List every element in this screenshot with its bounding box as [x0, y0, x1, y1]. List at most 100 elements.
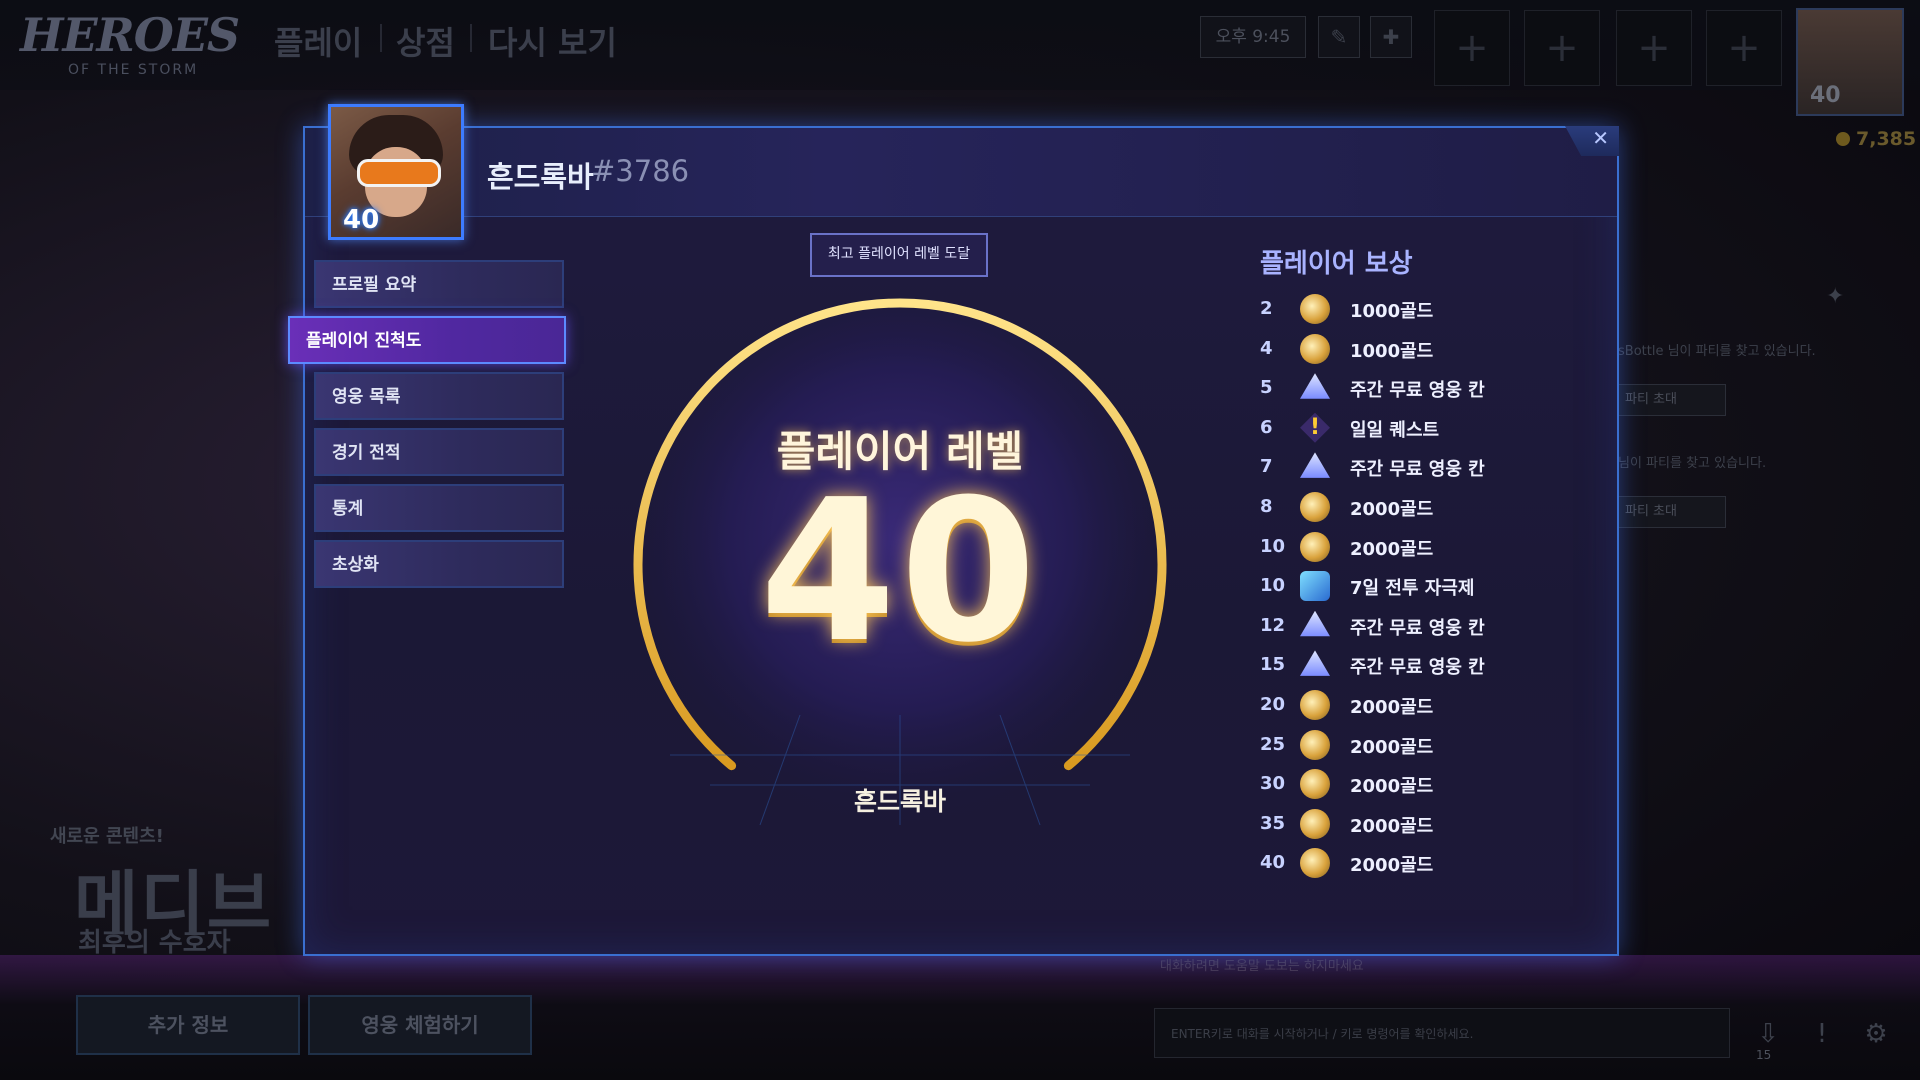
menu-statistics[interactable]: 통계 [314, 484, 564, 532]
gold-coin-icon [1836, 132, 1850, 146]
lfg-text-2: 님이 파티를 찾고 있습니다. [1618, 456, 1767, 471]
gold-icon [1300, 531, 1330, 562]
reward-level: 8 [1260, 496, 1273, 517]
promo-subtitle: 최후의 수호자 [78, 928, 231, 958]
reward-text: 2000골드 [1350, 697, 1434, 718]
nav-shop[interactable]: 상점 [396, 18, 455, 64]
reward-row: 35 2000골드 [1260, 807, 1520, 843]
queue-count: 15 [1756, 1048, 1772, 1062]
reward-level: 4 [1260, 337, 1273, 359]
menu-match-history[interactable]: 경기 전적 [314, 428, 564, 476]
reward-row: 30 2000골드 [1260, 767, 1520, 803]
modal-header: 흔드록바 #3786 [305, 128, 1617, 217]
party-slot-3[interactable]: + [1616, 10, 1692, 86]
menu-player-progress[interactable]: 플레이어 진척도 [288, 316, 566, 364]
reward-text: 2000골드 [1350, 815, 1434, 837]
reward-row: 10 2000골드 [1260, 530, 1520, 566]
quest-log-icon[interactable]: ✎ [1318, 16, 1360, 58]
player-tag: #3786 [591, 154, 690, 188]
free-hero-icon [1300, 610, 1330, 637]
reward-row: 20 2000골드 [1260, 688, 1520, 724]
reward-row: 8 2000골드 [1260, 490, 1520, 526]
reward-text: 주간 무료 영웅 칸 [1350, 657, 1485, 679]
close-icon[interactable]: ✕ [1592, 126, 1609, 150]
player-level-badge: 40 [1810, 83, 1841, 108]
nav-play[interactable]: 플레이 [274, 18, 362, 64]
logo-sub-text: OF THE STORM [68, 62, 199, 78]
nav-divider [470, 24, 472, 52]
reward-level: 6 [1260, 416, 1273, 438]
party-invite-button-1[interactable]: 파티 초대 [1614, 384, 1726, 416]
menu-hero-list[interactable]: 영웅 목록 [314, 372, 564, 420]
reward-level: 15 [1260, 654, 1286, 676]
player-name: 흔드록바 [487, 160, 594, 194]
gold-icon [1300, 729, 1330, 760]
gold-icon [1300, 690, 1330, 720]
settings-gear-icon[interactable]: ⚙ [1856, 1012, 1896, 1056]
party-slot-4[interactable]: + [1706, 10, 1782, 86]
reward-level: 2 [1260, 298, 1273, 319]
promo-new-label: 새로운 콘텐츠! [50, 826, 164, 847]
reward-text: 7일 전투 자극제 [1350, 578, 1475, 600]
free-hero-icon [1300, 452, 1330, 478]
reward-level: 12 [1260, 614, 1286, 636]
player-portrait: 40 [328, 104, 464, 240]
try-hero-button[interactable]: 영웅 체험하기 [308, 995, 532, 1055]
reward-level: 7 [1260, 456, 1273, 478]
reward-text: 주간 무료 영웅 칸 [1350, 380, 1485, 402]
add-group-icon[interactable]: ✦ [1826, 284, 1844, 309]
reward-text: 2000골드 [1350, 499, 1434, 520]
reward-row: 2 1000골드 [1260, 292, 1520, 328]
reward-text: 2000골드 [1350, 776, 1434, 798]
reward-text: 일일 퀘스트 [1350, 419, 1440, 441]
gold-icon [1300, 808, 1330, 839]
lfg-text-1: sBottle 님이 파티를 찾고 있습니다. [1618, 344, 1816, 359]
chat-input[interactable]: ENTER키로 대화를 시작하거나 / 키로 명령어를 확인하세요. [1154, 1008, 1730, 1058]
reward-level: 10 [1260, 535, 1286, 557]
reward-text: 주간 무료 영웅 칸 [1350, 459, 1485, 481]
game-logo[interactable]: HEROES OF THE STORM [20, 8, 250, 80]
top-bar: HEROES OF THE STORM 플레이 상점 다시 보기 오후 9:45… [0, 0, 1920, 116]
gold-amount: 7,385 [1856, 128, 1917, 150]
reward-level: 20 [1260, 694, 1286, 715]
reward-level: 10 [1260, 575, 1286, 597]
stim-pack-icon [1300, 571, 1330, 602]
reward-text: 2000골드 [1350, 736, 1434, 758]
gold-icon [1300, 294, 1330, 324]
max-level-badge: 최고 플레이어 레벨 도달 [810, 233, 988, 277]
reward-row: 15 주간 무료 영웅 칸 [1260, 648, 1520, 684]
clock: 오후 9:45 [1200, 16, 1306, 58]
reward-level: 30 [1260, 773, 1286, 795]
chat-hint: 대화하려면 도움말 도보는 하지마세요 [1160, 959, 1364, 974]
portrait-goggles [357, 159, 441, 187]
party-invite-button-2[interactable]: 파티 초대 [1614, 496, 1726, 528]
logo-main-text: HEROES [20, 8, 240, 62]
gold-icon [1300, 492, 1330, 522]
reward-row: 12 주간 무료 영웅 칸 [1260, 609, 1520, 645]
free-hero-icon [1300, 650, 1330, 676]
level-player-name: 흔드록바 [853, 787, 946, 816]
gold-balance: 7,385 [1836, 128, 1916, 150]
party-slot-2[interactable]: + [1524, 10, 1600, 86]
add-friend-icon[interactable]: ✚ [1370, 16, 1412, 58]
party-slot-1[interactable]: + [1434, 10, 1510, 86]
menu-portraits[interactable]: 초상화 [314, 540, 564, 588]
menu-profile-summary[interactable]: 프로필 요약 [314, 260, 564, 308]
free-hero-icon [1300, 373, 1330, 399]
reward-row: 5 주간 무료 영웅 칸 [1260, 371, 1520, 407]
alert-icon[interactable]: ! [1802, 1012, 1842, 1056]
reward-level: 40 [1260, 852, 1286, 874]
rewards-title: 플레이어 보상 [1260, 249, 1413, 279]
gold-icon [1300, 848, 1330, 879]
reward-row: 10 7일 전투 자극제 [1260, 569, 1520, 605]
nav-divider [380, 24, 382, 52]
reward-text: 1000골드 [1350, 340, 1434, 362]
reward-level: 35 [1260, 812, 1286, 834]
reward-row: 25 2000골드 [1260, 728, 1520, 764]
reward-row: 6! 일일 퀘스트 [1260, 411, 1520, 447]
nav-replays[interactable]: 다시 보기 [488, 18, 617, 64]
reward-text: 2000골드 [1350, 855, 1434, 877]
quest-icon: ! [1300, 412, 1330, 443]
player-portrait-button[interactable]: 40 [1796, 8, 1904, 116]
more-info-button[interactable]: 추가 정보 [76, 995, 300, 1055]
